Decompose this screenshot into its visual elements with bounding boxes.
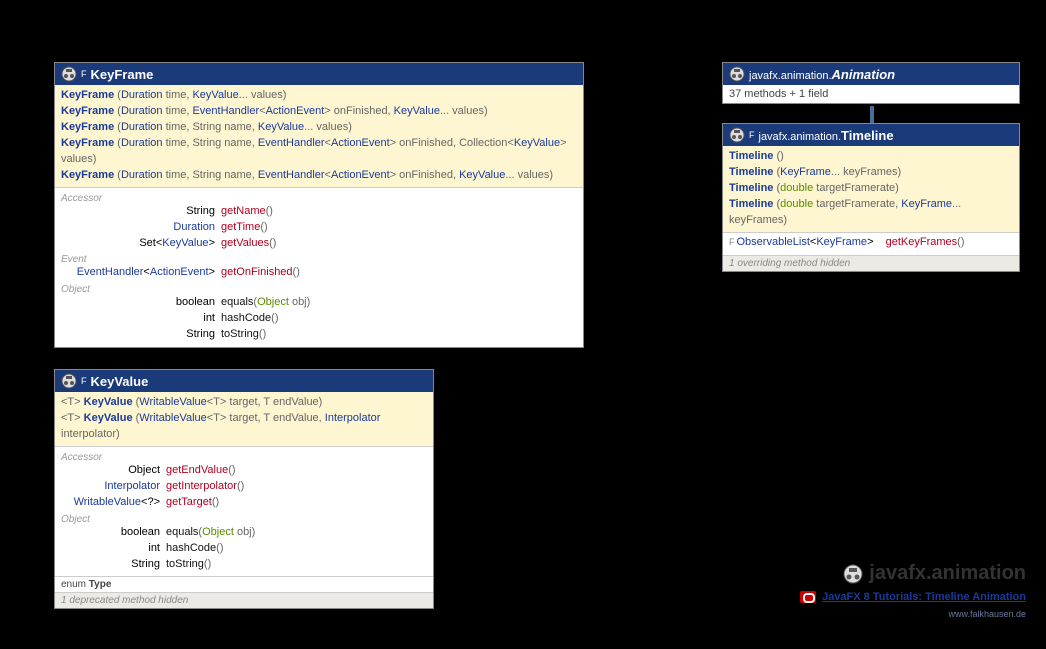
hidden-note: 1 overriding method hidden bbox=[723, 255, 1019, 271]
members-block: FObservableList<KeyFrame> getKeyFrames (… bbox=[723, 233, 1019, 255]
class-summary: 37 methods + 1 field bbox=[723, 85, 1019, 103]
constructor-block: Timeline () Timeline (KeyFrame... keyFra… bbox=[723, 146, 1019, 233]
class-timeline: F javafx.animation.Timeline Timeline () … bbox=[722, 123, 1020, 272]
tutorial-link[interactable]: JavaFX 8 Tutorials: Timeline Animation bbox=[800, 591, 1026, 603]
final-badge: F bbox=[749, 130, 755, 140]
credit-text: www.falkhausen.de bbox=[800, 609, 1026, 619]
hidden-note: 1 deprecated method hidden bbox=[55, 592, 433, 608]
package-name: javafx.animation. bbox=[759, 131, 842, 143]
section-event: Event bbox=[61, 251, 577, 265]
enum-row: enum Type bbox=[55, 576, 433, 592]
class-header-timeline: F javafx.animation.Timeline bbox=[723, 124, 1019, 146]
class-title: Timeline bbox=[841, 128, 894, 143]
section-accessor: Accessor bbox=[61, 190, 577, 204]
class-title: KeyFrame bbox=[91, 67, 154, 82]
class-keyvalue: F KeyValue <T> KeyValue (WritableValue<T… bbox=[54, 369, 434, 609]
class-title: Animation bbox=[832, 67, 896, 82]
constructor-block: <T> KeyValue (WritableValue<T> target, T… bbox=[55, 392, 433, 447]
section-object: Object bbox=[61, 281, 577, 295]
footer: javafx.animation JavaFX 8 Tutorials: Tim… bbox=[800, 562, 1026, 619]
package-title-text: javafx.animation bbox=[869, 562, 1026, 585]
constructor-block: KeyFrame (Duration time, KeyValue... val… bbox=[55, 85, 583, 188]
final-badge: F bbox=[81, 376, 87, 386]
tutorial-link-text: JavaFX 8 Tutorials: Timeline Animation bbox=[822, 591, 1026, 603]
oracle-icon bbox=[800, 591, 816, 603]
class-title: KeyValue bbox=[91, 374, 149, 389]
class-icon bbox=[729, 127, 745, 143]
section-accessor: Accessor bbox=[61, 449, 427, 463]
section-object: Object bbox=[61, 511, 427, 525]
final-badge: F bbox=[81, 69, 87, 79]
class-icon bbox=[61, 373, 77, 389]
members-block: Accessor StringgetName () DurationgetTim… bbox=[55, 188, 583, 348]
class-header-keyvalue: F KeyValue bbox=[55, 370, 433, 392]
package-icon bbox=[843, 564, 863, 584]
class-icon bbox=[61, 66, 77, 82]
class-header-keyframe: F KeyFrame bbox=[55, 63, 583, 85]
package-name: javafx.animation. bbox=[749, 70, 832, 82]
class-keyframe: F KeyFrame KeyFrame (Duration time, KeyV… bbox=[54, 62, 584, 348]
class-header-animation[interactable]: javafx.animation.Animation bbox=[723, 63, 1019, 85]
class-icon bbox=[729, 66, 745, 82]
members-block: Accessor ObjectgetEndValue () Interpolat… bbox=[55, 447, 433, 577]
inheritance-connector bbox=[870, 106, 874, 124]
class-animation: javafx.animation.Animation 37 methods + … bbox=[722, 62, 1020, 104]
package-title: javafx.animation bbox=[800, 562, 1026, 585]
